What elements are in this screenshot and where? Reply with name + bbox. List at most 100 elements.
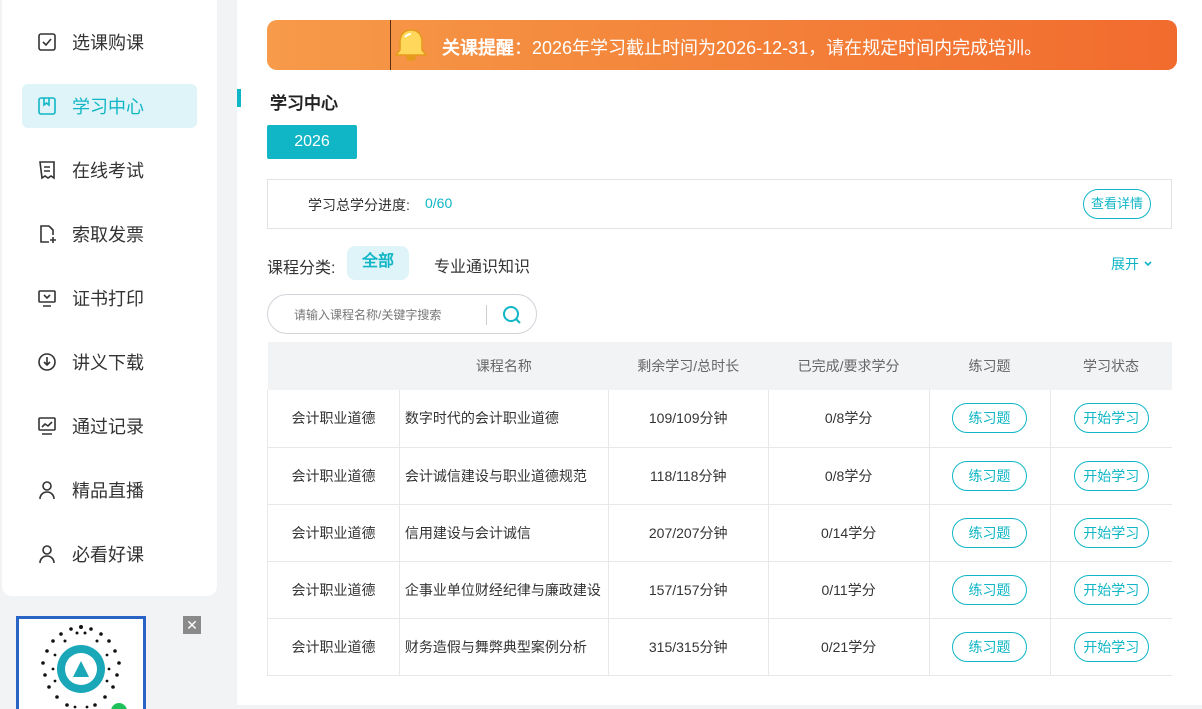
sidebar-item-live[interactable]: 精品直播 — [22, 468, 197, 512]
practice-cell: 练习题 — [929, 447, 1051, 505]
course-name-cell: 信用建设与会计诚信 — [399, 504, 609, 562]
sidebar-item-label: 必看好课 — [72, 545, 144, 565]
credit-cell: 0/8学分 — [768, 447, 930, 505]
credit-cell: 0/8学分 — [768, 390, 930, 448]
chart-screen-icon — [36, 415, 58, 437]
main-content: 关课提醒：2026年学习截止时间为2026-12-31，请在规定时间内完成培训。… — [237, 0, 1202, 705]
close-icon[interactable]: ✕ — [183, 616, 201, 634]
remaining-time-cell: 118/118分钟 — [608, 447, 769, 505]
sidebar-item-certificate-print[interactable]: 证书打印 — [22, 276, 197, 320]
table-row: 会计职业道德 财务造假与舞弊典型案例分析 315/315分钟 0/21学分 练习… — [267, 618, 1172, 676]
practice-button[interactable]: 练习题 — [952, 403, 1028, 434]
view-details-button[interactable]: 查看详情 — [1083, 189, 1151, 219]
table-row: 会计职业道德 企事业单位财经纪律与廉政建设 157/157分钟 0/11学分 练… — [267, 561, 1172, 619]
category-filter-all[interactable]: 全部 — [347, 246, 409, 280]
sidebar-item-label: 索取发票 — [72, 225, 144, 245]
sidebar-item-label: 通过记录 — [72, 417, 144, 437]
file-add-icon — [36, 223, 58, 245]
practice-button[interactable]: 练习题 — [952, 631, 1028, 662]
category-label: 课程分类: — [267, 260, 336, 277]
course-category-cell: 会计职业道德 — [267, 390, 400, 448]
remaining-time-cell: 207/207分钟 — [608, 504, 769, 562]
expand-label: 展开 — [1111, 256, 1139, 272]
credit-progress-value: 0/60 — [425, 195, 453, 211]
sidebar-item-pass-records[interactable]: 通过记录 — [22, 404, 197, 448]
bell-icon — [394, 29, 428, 61]
practice-cell: 练习题 — [929, 618, 1051, 676]
sidebar-item-must-watch[interactable]: 必看好课 — [22, 532, 197, 576]
sidebar-item-learning-center[interactable]: 学习中心 — [22, 84, 197, 128]
course-category-cell: 会计职业道德 — [267, 561, 400, 619]
remaining-time-cell: 109/109分钟 — [608, 390, 769, 448]
start-learning-button[interactable]: 开始学习 — [1073, 460, 1149, 491]
sidebar-item-label: 学习中心 — [72, 97, 144, 117]
remaining-time-cell: 157/157分钟 — [608, 561, 769, 619]
remaining-time-cell: 315/315分钟 — [608, 618, 769, 676]
practice-cell: 练习题 — [929, 504, 1051, 562]
start-learning-button[interactable]: 开始学习 — [1073, 403, 1149, 434]
start-learning-button[interactable]: 开始学习 — [1073, 517, 1149, 548]
user-icon — [36, 479, 58, 501]
page-title: 学习中心 — [270, 94, 338, 113]
search-input[interactable] — [294, 305, 479, 325]
category-filter-professional[interactable]: 专业通识知识 — [434, 253, 530, 277]
search-separator — [486, 305, 487, 325]
status-cell: 开始学习 — [1050, 447, 1172, 505]
sidebar-item-label: 讲义下载 — [72, 353, 144, 373]
status-cell: 开始学习 — [1050, 390, 1172, 448]
practice-cell: 练习题 — [929, 561, 1051, 619]
notice-text: 关课提醒：2026年学习截止时间为2026-12-31，请在规定时间内完成培训。 — [442, 34, 1042, 60]
practice-button[interactable]: 练习题 — [952, 574, 1028, 605]
start-learning-button[interactable]: 开始学习 — [1073, 574, 1149, 605]
column-header-credits: 已完成/要求学分 — [768, 342, 930, 390]
table-row: 会计职业道德 数字时代的会计职业道德 109/109分钟 0/8学分 练习题 开… — [267, 390, 1172, 448]
table-row: 会计职业道德 信用建设与会计诚信 207/207分钟 0/14学分 练习题 开始… — [267, 504, 1172, 562]
sidebar-item-course-purchase[interactable]: 选课购课 — [22, 20, 197, 64]
credit-cell: 0/11学分 — [768, 561, 930, 619]
practice-button[interactable]: 练习题 — [952, 460, 1028, 491]
user-icon — [36, 543, 58, 565]
monitor-icon — [36, 287, 58, 309]
search-icon[interactable] — [501, 304, 523, 326]
course-category-cell: 会计职业道德 — [267, 447, 400, 505]
notice-banner: 关课提醒：2026年学习截止时间为2026-12-31，请在规定时间内完成培训。 — [267, 20, 1177, 70]
status-cell: 开始学习 — [1050, 504, 1172, 562]
table-header-row: 课程名称 剩余学习/总时长 已完成/要求学分 练习题 学习状态 — [267, 342, 1172, 390]
sidebar-item-label: 证书打印 — [72, 289, 144, 309]
credit-progress-panel: 学习总学分进度: 0/60 查看详情 — [267, 179, 1172, 229]
practice-cell: 练习题 — [929, 390, 1051, 448]
sidebar-item-label: 精品直播 — [72, 481, 144, 501]
expand-button[interactable]: 展开 — [1111, 254, 1153, 274]
course-table: 课程名称 剩余学习/总时长 已完成/要求学分 练习题 学习状态 会计职业道德 数… — [267, 342, 1172, 676]
sidebar-item-handout-download[interactable]: 讲义下载 — [22, 340, 197, 384]
section-accent-bar — [237, 89, 241, 107]
sidebar-item-label: 选课购课 — [72, 33, 144, 53]
course-category-cell: 会计职业道德 — [267, 504, 400, 562]
column-header-category — [267, 342, 400, 390]
bookmark-book-icon — [36, 95, 58, 117]
practice-button[interactable]: 练习题 — [952, 517, 1028, 548]
course-name-cell: 数字时代的会计职业道德 — [399, 390, 609, 448]
column-header-remaining-time: 剩余学习/总时长 — [608, 342, 769, 390]
notice-message: ：2026年学习截止时间为2026-12-31，请在规定时间内完成培训。 — [514, 38, 1043, 58]
sidebar-item-online-exam[interactable]: 在线考试 — [22, 148, 197, 192]
start-learning-button[interactable]: 开始学习 — [1073, 631, 1149, 662]
checkbox-icon — [36, 31, 58, 53]
status-cell: 开始学习 — [1050, 618, 1172, 676]
course-name-cell: 会计诚信建设与职业道德规范 — [399, 447, 609, 505]
course-name-cell: 企事业单位财经纪律与廉政建设 — [399, 561, 609, 619]
course-name-cell: 财务造假与舞弊典型案例分析 — [399, 618, 609, 676]
credit-cell: 0/21学分 — [768, 618, 930, 676]
column-header-practice: 练习题 — [929, 342, 1050, 390]
credit-cell: 0/14学分 — [768, 504, 930, 562]
download-circle-icon — [36, 351, 58, 373]
column-header-course-name: 课程名称 — [399, 342, 609, 390]
table-row: 会计职业道德 会计诚信建设与职业道德规范 118/118分钟 0/8学分 练习题… — [267, 447, 1172, 505]
sidebar-item-label: 在线考试 — [72, 161, 144, 181]
notice-title: 关课提醒 — [442, 38, 514, 58]
course-category-cell: 会计职业道德 — [267, 618, 400, 676]
qr-code-image — [16, 616, 146, 709]
credit-progress-label: 学习总学分进度: — [308, 197, 410, 213]
tab-year-2026[interactable]: 2026 — [267, 125, 357, 159]
sidebar-item-invoice[interactable]: 索取发票 — [22, 212, 197, 256]
